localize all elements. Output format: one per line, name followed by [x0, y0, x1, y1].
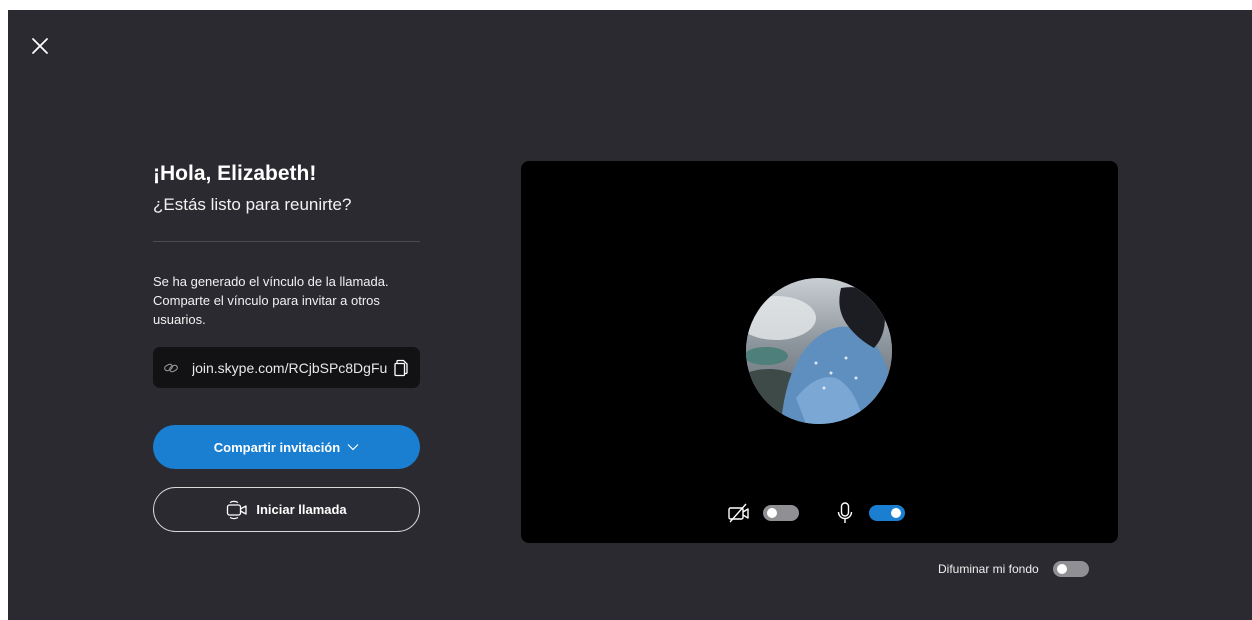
user-avatar	[746, 278, 892, 424]
greeting-title: ¡Hola, Elizabeth!	[153, 162, 317, 185]
divider	[153, 241, 420, 242]
media-controls	[727, 501, 905, 525]
close-icon	[32, 38, 48, 54]
start-call-button[interactable]: Iniciar llamada	[153, 487, 420, 532]
video-preview	[521, 161, 1118, 543]
camera-toggle-knob	[767, 508, 777, 518]
close-button[interactable]	[28, 34, 52, 58]
video-camera-icon	[226, 500, 248, 520]
greeting-subtitle: ¿Estás listo para reunirte?	[153, 195, 352, 214]
camera-toggle[interactable]	[763, 505, 799, 521]
blur-background-toggle[interactable]	[1052, 561, 1089, 577]
blur-background-row: Difuminar mi fondo	[938, 561, 1089, 577]
blur-toggle-knob	[1056, 564, 1067, 574]
share-invitation-button[interactable]: Compartir invitación	[153, 425, 420, 469]
microphone-toggle[interactable]	[869, 505, 905, 521]
link-icon	[163, 360, 179, 376]
call-link-box[interactable]: join.skype.com/RCjbSPc8DgFu	[153, 347, 420, 388]
chevron-down-icon	[347, 443, 359, 451]
call-setup-window: ¡Hola, Elizabeth! ¿Estás listo para reun…	[8, 10, 1252, 620]
microphone-icon[interactable]	[833, 501, 857, 525]
start-call-label: Iniciar llamada	[256, 502, 347, 517]
blur-background-label: Difuminar mi fondo	[938, 562, 1039, 576]
invite-panel: ¡Hola, Elizabeth! ¿Estás listo para reun…	[153, 160, 420, 532]
copy-icon[interactable]	[392, 358, 410, 378]
camera-off-icon[interactable]	[727, 501, 751, 525]
call-link-text[interactable]: join.skype.com/RCjbSPc8DgFu	[192, 360, 392, 376]
link-info-text: Se ha generado el vínculo de la llamada.…	[153, 274, 389, 327]
share-invitation-label: Compartir invitación	[213, 439, 341, 455]
microphone-toggle-knob	[891, 508, 901, 518]
